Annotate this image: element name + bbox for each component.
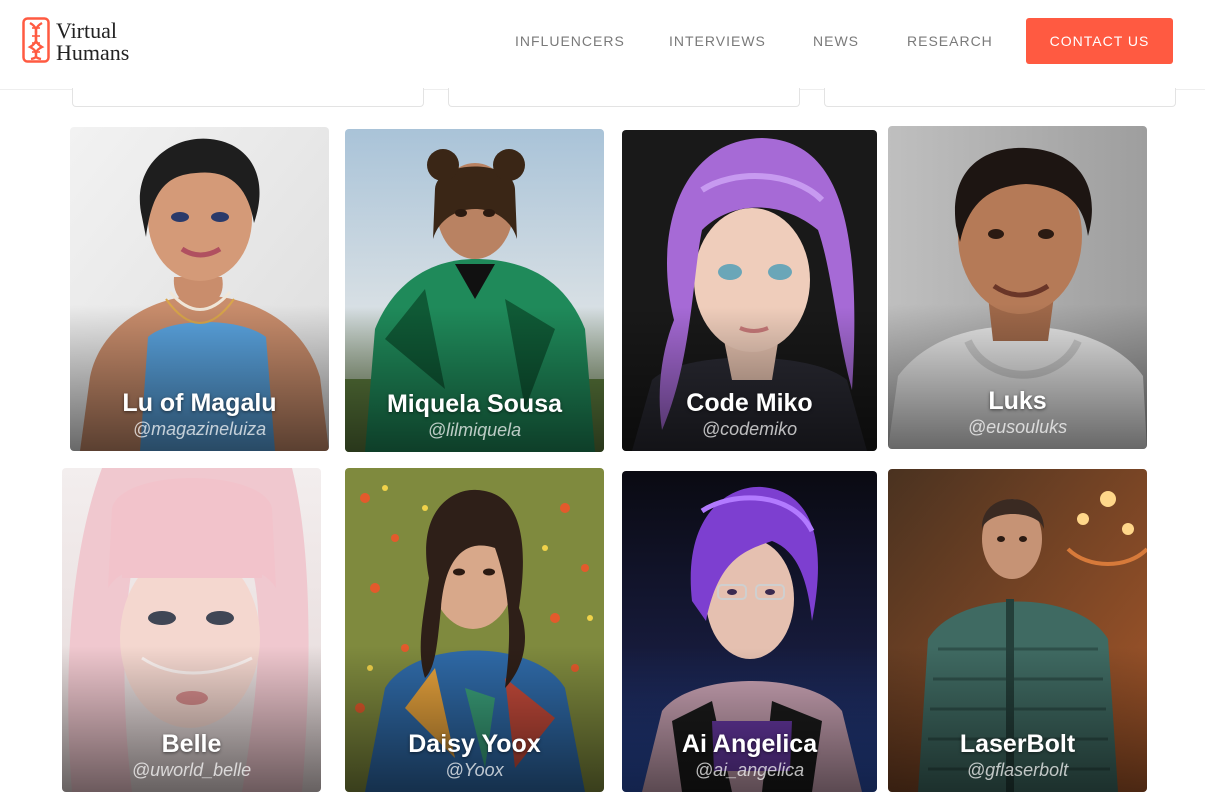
influencer-handle: @gflaserbolt <box>966 760 1069 780</box>
influencer-card-laserbolt[interactable]: LaserBolt @gflaserbolt <box>888 469 1147 792</box>
logo-text-line2: Humans <box>56 40 130 65</box>
influencer-name: Daisy Yoox <box>408 730 541 758</box>
influencer-name: Lu of Magalu <box>122 389 277 417</box>
influencer-card-ai-angelica[interactable]: Ai Angelica @ai_angelica <box>622 471 877 792</box>
influencer-name: Miquela Sousa <box>386 390 563 418</box>
filter-panel-bottom <box>72 88 424 107</box>
influencer-name: Ai Angelica <box>681 730 818 758</box>
filter-panel-bottom <box>824 88 1176 107</box>
influencer-handle: @lilmiquela <box>427 420 522 440</box>
influencer-card-daisy-yoox[interactable]: Daisy Yoox @Yoox <box>345 468 604 792</box>
dna-logo-icon <box>22 17 50 63</box>
nav-interviews[interactable]: INTERVIEWS <box>669 33 766 49</box>
site-header: Virtual Humans INFLUENCERS INTERVIEWS NE… <box>0 0 1205 90</box>
influencer-handle: @Yoox <box>445 760 504 780</box>
influencer-card-code-miko[interactable]: Code Miko @codemiko <box>622 130 877 451</box>
influencer-name: LaserBolt <box>959 730 1076 758</box>
influencer-handle: @eusouluks <box>967 417 1068 437</box>
influencer-name: Luks <box>988 387 1047 415</box>
influencer-card-belle[interactable]: Belle @uworld_belle <box>62 468 321 792</box>
nav-news[interactable]: NEWS <box>813 33 859 49</box>
influencer-handle: @magazineluiza <box>132 419 267 439</box>
influencer-name: Belle <box>161 730 222 758</box>
influencer-card-luks[interactable]: Luks @eusouluks <box>888 126 1147 449</box>
logo-text-line1: Virtual <box>56 18 117 43</box>
influencer-handle: @uworld_belle <box>131 760 252 780</box>
influencer-card-lu-of-magalu[interactable]: Lu of Magalu @magazineluiza <box>70 127 329 451</box>
filter-panel-bottom <box>448 88 800 107</box>
site-logo[interactable]: Virtual Humans <box>22 16 162 68</box>
nav-influencers[interactable]: INFLUENCERS <box>515 33 625 49</box>
influencer-name: Code Miko <box>686 389 813 417</box>
nav-research[interactable]: RESEARCH <box>907 33 993 49</box>
influencer-handle: @codemiko <box>701 419 798 439</box>
influencer-card-miquela-sousa[interactable]: Miquela Sousa @lilmiquela <box>345 129 604 452</box>
influencer-handle: @ai_angelica <box>694 760 805 780</box>
contact-us-button[interactable]: CONTACT US <box>1026 18 1173 64</box>
